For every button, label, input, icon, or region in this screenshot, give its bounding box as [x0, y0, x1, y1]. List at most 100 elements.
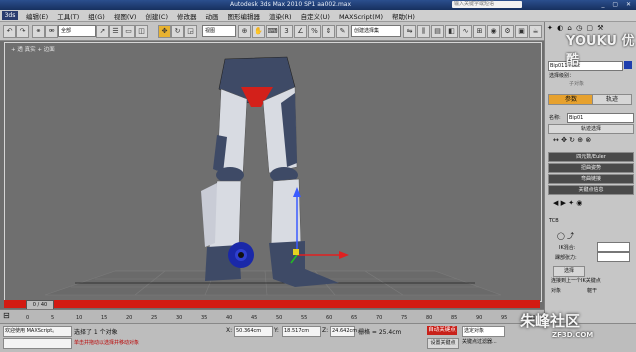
- redo-icon[interactable]: ↷: [16, 25, 29, 38]
- ruler-tick-label: 10: [76, 315, 83, 321]
- lock-icon[interactable]: ⊟: [3, 311, 10, 320]
- join-ik-checkbox[interactable]: 连接到上一个IK关键点: [551, 277, 601, 284]
- timeline-track[interactable]: [4, 300, 540, 308]
- auto-key-button[interactable]: 自动关键点: [427, 326, 457, 335]
- link-icon[interactable]: ⚭: [32, 25, 45, 38]
- search-input[interactable]: 输入关键字或短语: [452, 1, 522, 8]
- set-key-button[interactable]: 设置关键点: [427, 338, 459, 349]
- ruler-tick-label: 60: [326, 315, 333, 321]
- window-controls[interactable]: _ ▢ ✕: [601, 1, 634, 8]
- menu-item[interactable]: 工具(T): [57, 11, 79, 21]
- schematic-icon[interactable]: ⊞: [473, 25, 486, 38]
- select-pivot-button[interactable]: 选择: [553, 266, 585, 277]
- tcb-graph[interactable]: ◯ ⤴: [557, 231, 574, 241]
- ruler-tick-label: 45: [251, 315, 258, 321]
- curve-editor-icon[interactable]: ∿: [459, 25, 472, 38]
- zf3d-watermark: 朱峰社区: [520, 312, 581, 330]
- render-setup-icon[interactable]: ⚙: [501, 25, 514, 38]
- grid-size: 栅格 = 25.4cm: [358, 329, 402, 336]
- object-radio[interactable]: 对象: [551, 287, 561, 294]
- menu-item[interactable]: 编辑(E): [26, 11, 48, 21]
- menu-item[interactable]: MAXScript(M): [339, 13, 383, 21]
- ruler-tick-label: 25: [151, 315, 158, 321]
- youku-watermark: YOUKU 优酷: [566, 34, 635, 68]
- key-nav-icons[interactable]: ◀ ▶ ✦ ◉: [553, 199, 582, 207]
- layer-icon[interactable]: ▤: [431, 25, 444, 38]
- ruler-tick-label: 75: [401, 315, 408, 321]
- rollout-track-selection[interactable]: 轨迹选择: [548, 124, 634, 134]
- title-bar: Autodesk 3ds Max 2010 SP1 aa002.max 输入关键…: [0, 0, 636, 10]
- graphite-icon[interactable]: ◧: [445, 25, 458, 38]
- render-icon[interactable]: ☕: [529, 25, 542, 38]
- menu-item[interactable]: 图形编辑器: [228, 11, 261, 21]
- perspective-viewport[interactable]: + 透 真实 + 边面: [4, 42, 542, 302]
- menu-item[interactable]: 创建(C): [145, 11, 168, 21]
- selection-set-dropdown[interactable]: 选定对象: [462, 326, 505, 337]
- maxscript-listener-line2[interactable]: [3, 338, 72, 349]
- edit-named-sel-icon[interactable]: ✎: [336, 25, 349, 38]
- spinner-snap-icon[interactable]: ⇕: [322, 25, 335, 38]
- selection-filter-select[interactable]: 全部: [58, 25, 96, 37]
- named-selection-set[interactable]: 创建选择集: [351, 25, 401, 37]
- window-crossing-icon[interactable]: ◫: [135, 25, 148, 38]
- key-filters-button[interactable]: 关键点过滤器...: [462, 338, 497, 345]
- main-toolbar: ↶ ↷ ⚭ ⚮ 全部 ➚ ☰ ▭ ◫ ✥ ↻ ◲ 视图 ⊕ ✋ ⌨ 3 ∠ % …: [0, 22, 544, 41]
- tab-params[interactable]: 参数: [548, 94, 594, 105]
- y-coordinate-field[interactable]: 18.517cm: [282, 326, 321, 337]
- sub-object-dropdown[interactable]: 子对象: [569, 80, 584, 87]
- angle-snap-icon[interactable]: ∠: [294, 25, 307, 38]
- track-icons[interactable]: ↔ ✥ ↻ ⊕ ⊗: [553, 136, 591, 144]
- reference-coord-select[interactable]: 视图: [202, 25, 236, 37]
- menu-item[interactable]: 修改器: [177, 11, 197, 21]
- menu-item[interactable]: 帮助(H): [392, 11, 415, 21]
- menu-item[interactable]: 动画: [206, 11, 219, 21]
- x-label: X:: [226, 327, 233, 334]
- pivot-icon[interactable]: ⊕: [238, 25, 251, 38]
- select-icon[interactable]: ➚: [96, 25, 109, 38]
- rollout-key-info[interactable]: 关键点信息: [548, 185, 634, 195]
- scale-icon[interactable]: ◲: [184, 25, 197, 38]
- align-icon[interactable]: ⫼: [417, 25, 430, 38]
- tab-track[interactable]: 轨迹: [592, 94, 632, 105]
- ruler-tick-label: 20: [126, 315, 133, 321]
- render-frame-icon[interactable]: ▣: [515, 25, 528, 38]
- ruler-tick-label: 90: [476, 315, 483, 321]
- rollout-quaternion[interactable]: 四元数/Euler: [548, 152, 634, 162]
- ruler-tick-label: 65: [351, 315, 358, 321]
- rect-select-icon[interactable]: ▭: [122, 25, 135, 38]
- ruler-tick-label: 70: [376, 315, 383, 321]
- select-by-name-icon[interactable]: ☰: [109, 25, 122, 38]
- menu-item[interactable]: 视图(V): [114, 11, 137, 21]
- ankle-tension-field[interactable]: [597, 252, 630, 262]
- menu-item[interactable]: 自定义(U): [301, 11, 330, 21]
- z-label: Z:: [322, 327, 329, 334]
- percent-snap-icon[interactable]: %: [308, 25, 321, 38]
- x-coordinate-field[interactable]: 50.364cm: [234, 326, 273, 337]
- z-coordinate-field[interactable]: 24.642cm: [330, 326, 357, 337]
- viewport-scene: [44, 56, 502, 296]
- ik-blend-field[interactable]: [597, 242, 630, 252]
- bip-name-field[interactable]: Bip01: [567, 113, 634, 123]
- rollout-bend-links[interactable]: 弯曲链接: [548, 174, 634, 184]
- ruler-tick-label: 5: [51, 315, 55, 321]
- maxscript-listener-line1[interactable]: 欢迎使用 MAXScript。: [3, 326, 72, 337]
- app-logo-icon[interactable]: 3ds: [2, 11, 18, 20]
- mirror-icon[interactable]: ⇋: [403, 25, 416, 38]
- ik-blend-label: IK混合:: [559, 245, 576, 251]
- menu-item[interactable]: 渲染(R): [269, 11, 292, 21]
- material-editor-icon[interactable]: ◉: [487, 25, 500, 38]
- menu-item[interactable]: 组(G): [88, 11, 105, 21]
- rollout-twist-poses[interactable]: 扭曲姿势: [548, 163, 634, 173]
- tcb-label: TCB: [549, 218, 559, 224]
- select-manipulate-icon[interactable]: ✋: [252, 25, 265, 38]
- snap-icon[interactable]: 3: [280, 25, 293, 38]
- undo-icon[interactable]: ↶: [3, 25, 16, 38]
- ruler-tick-label: 85: [451, 315, 458, 321]
- move-icon[interactable]: ✥: [158, 25, 171, 38]
- keyboard-shortcut-icon[interactable]: ⌨: [266, 25, 279, 38]
- rotate-icon[interactable]: ↻: [171, 25, 184, 38]
- unlink-icon[interactable]: ⚮: [45, 25, 58, 38]
- body-radio[interactable]: 躯干: [587, 287, 597, 294]
- character-model: [201, 56, 339, 287]
- frame-ruler[interactable]: ⊟ 0 5 10 15 20 25 30 35 40 45 50 55 60 65 70 75 80 85 90 95…: [0, 309, 544, 324]
